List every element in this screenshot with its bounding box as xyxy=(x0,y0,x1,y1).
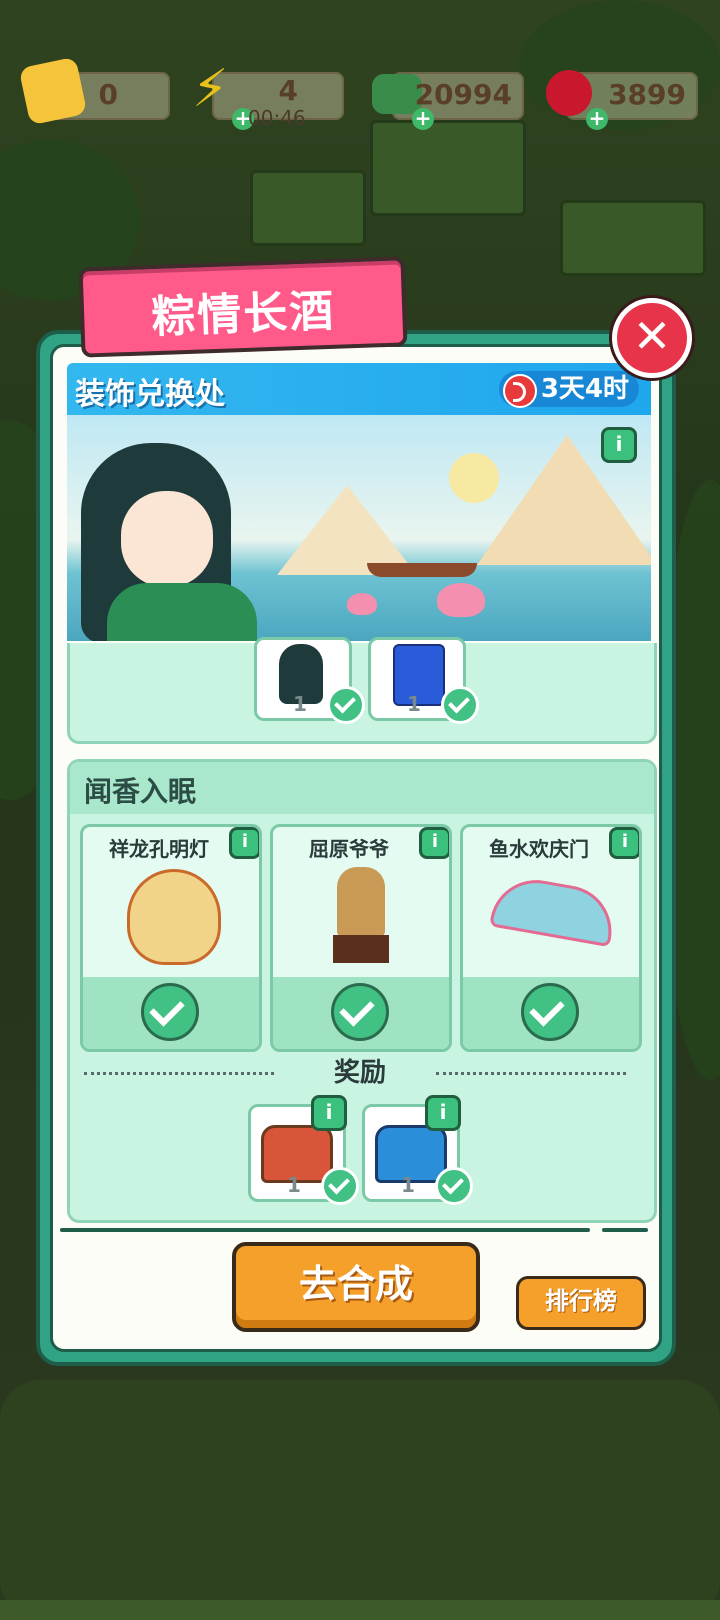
completed-area xyxy=(463,977,639,1049)
ruby-icon xyxy=(546,70,592,116)
leaderboard-button[interactable]: 排行榜 xyxy=(516,1276,646,1330)
check-icon xyxy=(435,1167,473,1205)
check-icon xyxy=(441,686,479,724)
section-title: 闻香入眠 xyxy=(84,775,197,808)
previous-section: 1 1 xyxy=(67,637,657,744)
item-name: 鱼水欢庆门 xyxy=(489,837,589,861)
cash-value: 20994 xyxy=(414,78,512,111)
event-panel: 装饰兑换处 3天4时 i 1 1 闻香入眠 祥龙孔明灯 i 屈原爷爷 i 鱼水欢… xyxy=(36,330,676,1366)
item-info-button[interactable]: i xyxy=(419,827,449,859)
ticket-icon xyxy=(18,56,88,126)
reward-quantity: 1 xyxy=(287,1173,301,1197)
gem-plus-button[interactable]: + xyxy=(586,108,608,130)
check-icon xyxy=(141,983,199,1041)
reward-quantity: 1 xyxy=(293,692,307,716)
ticket-counter[interactable]: 0 xyxy=(18,56,170,126)
event-banner-art: i xyxy=(67,415,651,641)
item-info-button[interactable]: i xyxy=(229,827,259,859)
check-icon xyxy=(331,983,389,1041)
item-name: 祥龙孔明灯 xyxy=(109,837,209,861)
lotus-decoration xyxy=(437,583,485,617)
completed-area xyxy=(273,977,449,1049)
reward-slot[interactable]: 1 xyxy=(368,637,479,724)
event-timer-text: 3天4时 xyxy=(540,374,629,404)
item-card[interactable]: 祥龙孔明灯 i xyxy=(80,824,262,1052)
check-icon xyxy=(321,1167,359,1205)
statue-icon xyxy=(337,867,385,937)
wave-gate-icon xyxy=(489,872,619,948)
snake-spirit-character xyxy=(71,433,271,641)
lotus-decoration xyxy=(347,593,377,615)
ticket-value: 0 xyxy=(98,78,118,111)
scroll-divider-end xyxy=(602,1228,648,1232)
reward-quantity: 1 xyxy=(407,692,421,716)
event-timer: 3天4时 xyxy=(498,371,639,408)
reward-quantity: 1 xyxy=(401,1173,415,1197)
cash-plus-button[interactable]: + xyxy=(412,108,434,130)
check-icon xyxy=(521,983,579,1041)
gem-counter[interactable]: + 3899 xyxy=(546,70,698,130)
cash-counter[interactable]: + 20994 xyxy=(372,72,524,130)
reward-info-button[interactable]: i xyxy=(425,1095,461,1131)
energy-timer: 00:46 xyxy=(248,106,306,130)
reward-slot[interactable]: 1 i xyxy=(362,1095,473,1205)
shop-title: 装饰兑换处 xyxy=(75,377,225,412)
energy-counter[interactable]: ⚡ + 4 00:46 xyxy=(192,62,344,130)
energy-value: 4 xyxy=(278,74,298,107)
event-title: 粽情长酒 xyxy=(150,285,337,344)
boat-decoration xyxy=(367,563,477,577)
shop-header: 装饰兑换处 3天4时 xyxy=(67,363,651,415)
item-info-button[interactable]: i xyxy=(609,827,639,859)
event-title-ribbon: 粽情长酒 xyxy=(78,256,408,358)
statue-base xyxy=(333,935,389,963)
banner-info-button[interactable]: i xyxy=(601,427,637,463)
completed-area xyxy=(83,977,259,1049)
close-button[interactable]: ✕ xyxy=(612,298,692,378)
dragon-lantern-icon xyxy=(127,869,221,965)
item-card[interactable]: 鱼水欢庆门 i xyxy=(460,824,642,1052)
reward-info-button[interactable]: i xyxy=(311,1095,347,1131)
go-merge-button[interactable]: 去合成 xyxy=(232,1242,480,1332)
gem-value: 3899 xyxy=(608,78,686,111)
event-panel-content: 装饰兑换处 3天4时 i 1 1 闻香入眠 祥龙孔明灯 i 屈原爷爷 i 鱼水欢… xyxy=(50,344,662,1352)
item-name: 屈原爷爷 xyxy=(309,837,389,861)
item-card[interactable]: 屈原爷爷 i xyxy=(270,824,452,1052)
clock-icon xyxy=(502,374,537,408)
mountain-decoration xyxy=(277,485,417,575)
reward-slot[interactable]: 1 xyxy=(254,637,365,724)
reward-label: 奖励 xyxy=(333,1058,386,1088)
reward-slot[interactable]: 1 i xyxy=(248,1095,359,1205)
check-icon xyxy=(327,686,365,724)
scroll-divider xyxy=(60,1228,590,1232)
